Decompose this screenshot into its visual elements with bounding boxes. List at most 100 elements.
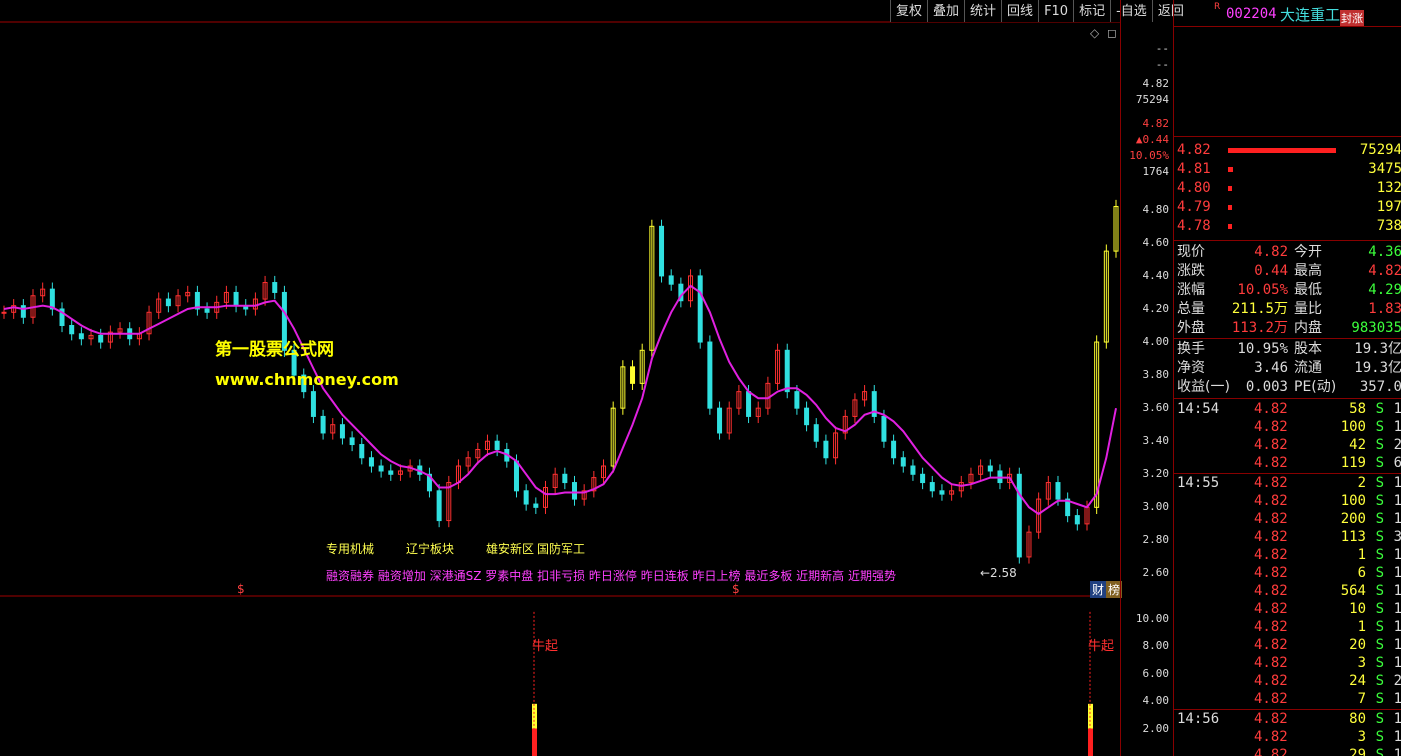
stat-label: 流通 xyxy=(1294,360,1322,376)
stat-value: 211.5万 xyxy=(1231,301,1288,317)
candle-body xyxy=(891,440,897,459)
tick-row: 4.82 24 S2 xyxy=(1174,672,1401,690)
button-stats[interactable]: 统计 xyxy=(964,0,1001,22)
stat-value: 983035 xyxy=(1351,320,1401,336)
bid-row[interactable]: 4.81 3475 xyxy=(1174,160,1401,178)
indicator-tick-label: 8.00 xyxy=(1142,639,1170,653)
tick-side: S xyxy=(1375,691,1384,707)
diamond-icon[interactable]: ◇ xyxy=(1090,26,1099,40)
box-icon[interactable]: ◻ xyxy=(1107,26,1117,40)
tick-count: 1 xyxy=(1394,728,1401,746)
candle-body xyxy=(1055,482,1061,500)
kline-chart-area[interactable]: 第一股票公式网 www.chnmoney.com 专用机械 辽宁板块 雄安新区 … xyxy=(0,0,1123,756)
bid-volume: 197 xyxy=(1376,199,1401,215)
stat-label: PE(动) xyxy=(1294,379,1337,395)
buy-signal-1: 牛起 xyxy=(532,639,559,654)
tick-row: 4.82 29 S 1 xyxy=(1174,746,1401,756)
price-tick-label: 3.60 xyxy=(1142,401,1170,415)
concept-4[interactable]: 国防军工 xyxy=(537,540,585,557)
candle-body xyxy=(69,325,75,335)
tick-side: S xyxy=(1375,711,1384,727)
price-tick-label: 2.60 xyxy=(1142,566,1170,580)
axis-info: ▲0.44 xyxy=(1135,133,1169,146)
tick-price: 4.82 xyxy=(1254,565,1288,581)
tick-volume: 1 xyxy=(1357,547,1366,563)
panel-divider xyxy=(1174,398,1401,399)
button-f10[interactable]: F10 xyxy=(1038,0,1073,22)
tick-volume: 1 xyxy=(1357,619,1366,635)
stat-label: 收益(一) xyxy=(1177,379,1230,395)
tick-count: 1 xyxy=(1394,710,1401,728)
tick-side: S xyxy=(1375,601,1384,617)
tick-count: 1 xyxy=(1394,564,1401,582)
stat-label: 涨跌 xyxy=(1177,263,1205,279)
tick-count: 3 xyxy=(1394,528,1401,546)
tick-row: 14:56 4.82 80 S1 xyxy=(1174,710,1401,728)
tick-side: S xyxy=(1375,729,1384,745)
bid-volume-bar xyxy=(1228,186,1232,191)
candle-body xyxy=(562,473,568,484)
limit-up-tag: 封涨 xyxy=(1340,10,1364,26)
tick-side: S xyxy=(1375,583,1384,599)
tick-volume: 42 xyxy=(1349,437,1366,453)
candle-body xyxy=(707,341,713,409)
tick-count: 1 xyxy=(1394,418,1401,436)
price-tick-label: 3.20 xyxy=(1142,467,1170,481)
candle-body xyxy=(929,482,935,492)
stock-code[interactable]: 002204 xyxy=(1226,6,1277,22)
stat-value: 10.05% xyxy=(1237,282,1288,298)
tick-row: 4.82 1S1 xyxy=(1174,546,1401,564)
candle-body xyxy=(388,470,394,475)
tick-price: 4.82 xyxy=(1254,455,1288,471)
candle-body xyxy=(813,424,819,442)
concept-1[interactable]: 专用机械 xyxy=(326,540,374,557)
bid-row[interactable]: 4.78 738 xyxy=(1174,217,1401,235)
candle-body xyxy=(533,503,539,508)
tick-side: S xyxy=(1375,673,1384,689)
candle-body xyxy=(523,490,529,505)
stat-row: 涨幅 10.05% 最低 4.29 xyxy=(1174,281,1401,299)
tick-row: 4.82 6S1 xyxy=(1174,564,1401,582)
stock-name[interactable]: 大连重工 xyxy=(1280,4,1340,25)
stat-label: 外盘 xyxy=(1177,320,1205,336)
tick-side: S xyxy=(1375,493,1384,509)
concept-2[interactable]: 辽宁板块 xyxy=(406,540,454,557)
concept-3[interactable]: 雄安新区 xyxy=(486,540,534,557)
candle-body xyxy=(572,482,578,500)
candle-body xyxy=(939,490,945,495)
bid-volume-bar xyxy=(1228,148,1336,153)
tick-volume: 24 xyxy=(1349,673,1366,689)
axis-info: 4.82 xyxy=(1142,77,1170,90)
price-tick-label: 4.00 xyxy=(1142,335,1170,349)
stock-flags: 融资融券 融资增加 深港通SZ 罗素中盘 扣非亏损 昨日涨停 昨日连板 昨日上榜… xyxy=(326,569,896,583)
stat-label: 最低 xyxy=(1294,282,1322,298)
candle-body xyxy=(804,407,810,426)
bid-price: 4.78 xyxy=(1177,218,1211,234)
tick-price: 4.82 xyxy=(1254,601,1288,617)
watermark-line1: 第一股票公式网 xyxy=(215,340,334,360)
button-backtest[interactable]: 回线 xyxy=(1001,0,1038,22)
tick-volume: 100 xyxy=(1340,493,1366,509)
tick-row: 4.82 1S1 xyxy=(1174,618,1401,636)
button-fuquan[interactable]: 复权 xyxy=(890,0,927,22)
finance-tag[interactable]: 财 xyxy=(1090,581,1107,598)
button-mark[interactable]: 标记 xyxy=(1073,0,1110,22)
bid-price: 4.80 xyxy=(1177,180,1211,196)
bid-row[interactable]: 4.79 197 xyxy=(1174,198,1401,216)
stat-value: 1.83 xyxy=(1368,301,1401,317)
candle-body xyxy=(378,465,384,472)
bid-row[interactable]: 4.82 75294 xyxy=(1174,141,1401,159)
tick-price: 4.82 xyxy=(1254,547,1288,563)
stat-label: 总量 xyxy=(1177,301,1205,317)
tick-row: 4.82 42 S2 xyxy=(1174,436,1401,454)
tick-row: 4.82 564 S1 xyxy=(1174,582,1401,600)
tick-price: 4.82 xyxy=(1254,729,1288,745)
candle-body xyxy=(320,415,326,434)
stat-value: 19.3亿 xyxy=(1354,341,1401,357)
stat-value: 3.46 xyxy=(1254,360,1288,376)
tick-count: 6 xyxy=(1394,454,1401,472)
kline-chart[interactable] xyxy=(0,0,1120,756)
button-overlay[interactable]: 叠加 xyxy=(927,0,964,22)
bid-row[interactable]: 4.80 132 xyxy=(1174,179,1401,197)
stat-value: 19.3亿 xyxy=(1354,360,1401,376)
